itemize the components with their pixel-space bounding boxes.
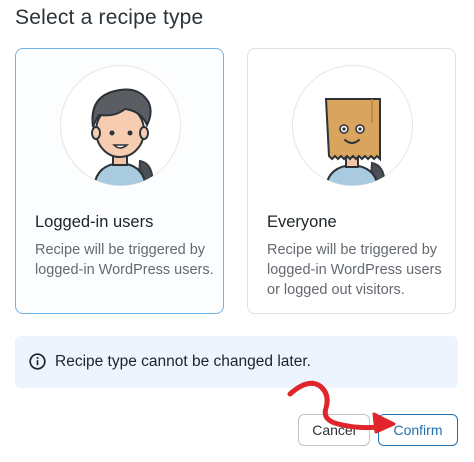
- recipe-type-option-everyone[interactable]: Everyone Recipe will be triggered by log…: [247, 48, 456, 314]
- info-icon: [29, 353, 46, 370]
- cancel-button[interactable]: Cancel: [298, 414, 370, 446]
- recipe-type-option-logged-in-users[interactable]: Logged-in users Recipe will be triggered…: [15, 48, 224, 314]
- confirm-button[interactable]: Confirm: [378, 414, 458, 446]
- dialog-title: Select a recipe type: [15, 6, 204, 29]
- user-avatar-icon: [60, 65, 181, 186]
- paper-bag-avatar-icon: [292, 65, 413, 186]
- warning-notice: Recipe type cannot be changed later.: [15, 336, 458, 388]
- notice-text: Recipe type cannot be changed later.: [55, 353, 311, 370]
- option-title: Logged-in users: [35, 213, 154, 231]
- option-title: Everyone: [267, 213, 337, 231]
- option-description: Recipe will be triggered by logged-in Wo…: [267, 242, 442, 298]
- option-description: Recipe will be triggered by logged-in Wo…: [35, 242, 214, 278]
